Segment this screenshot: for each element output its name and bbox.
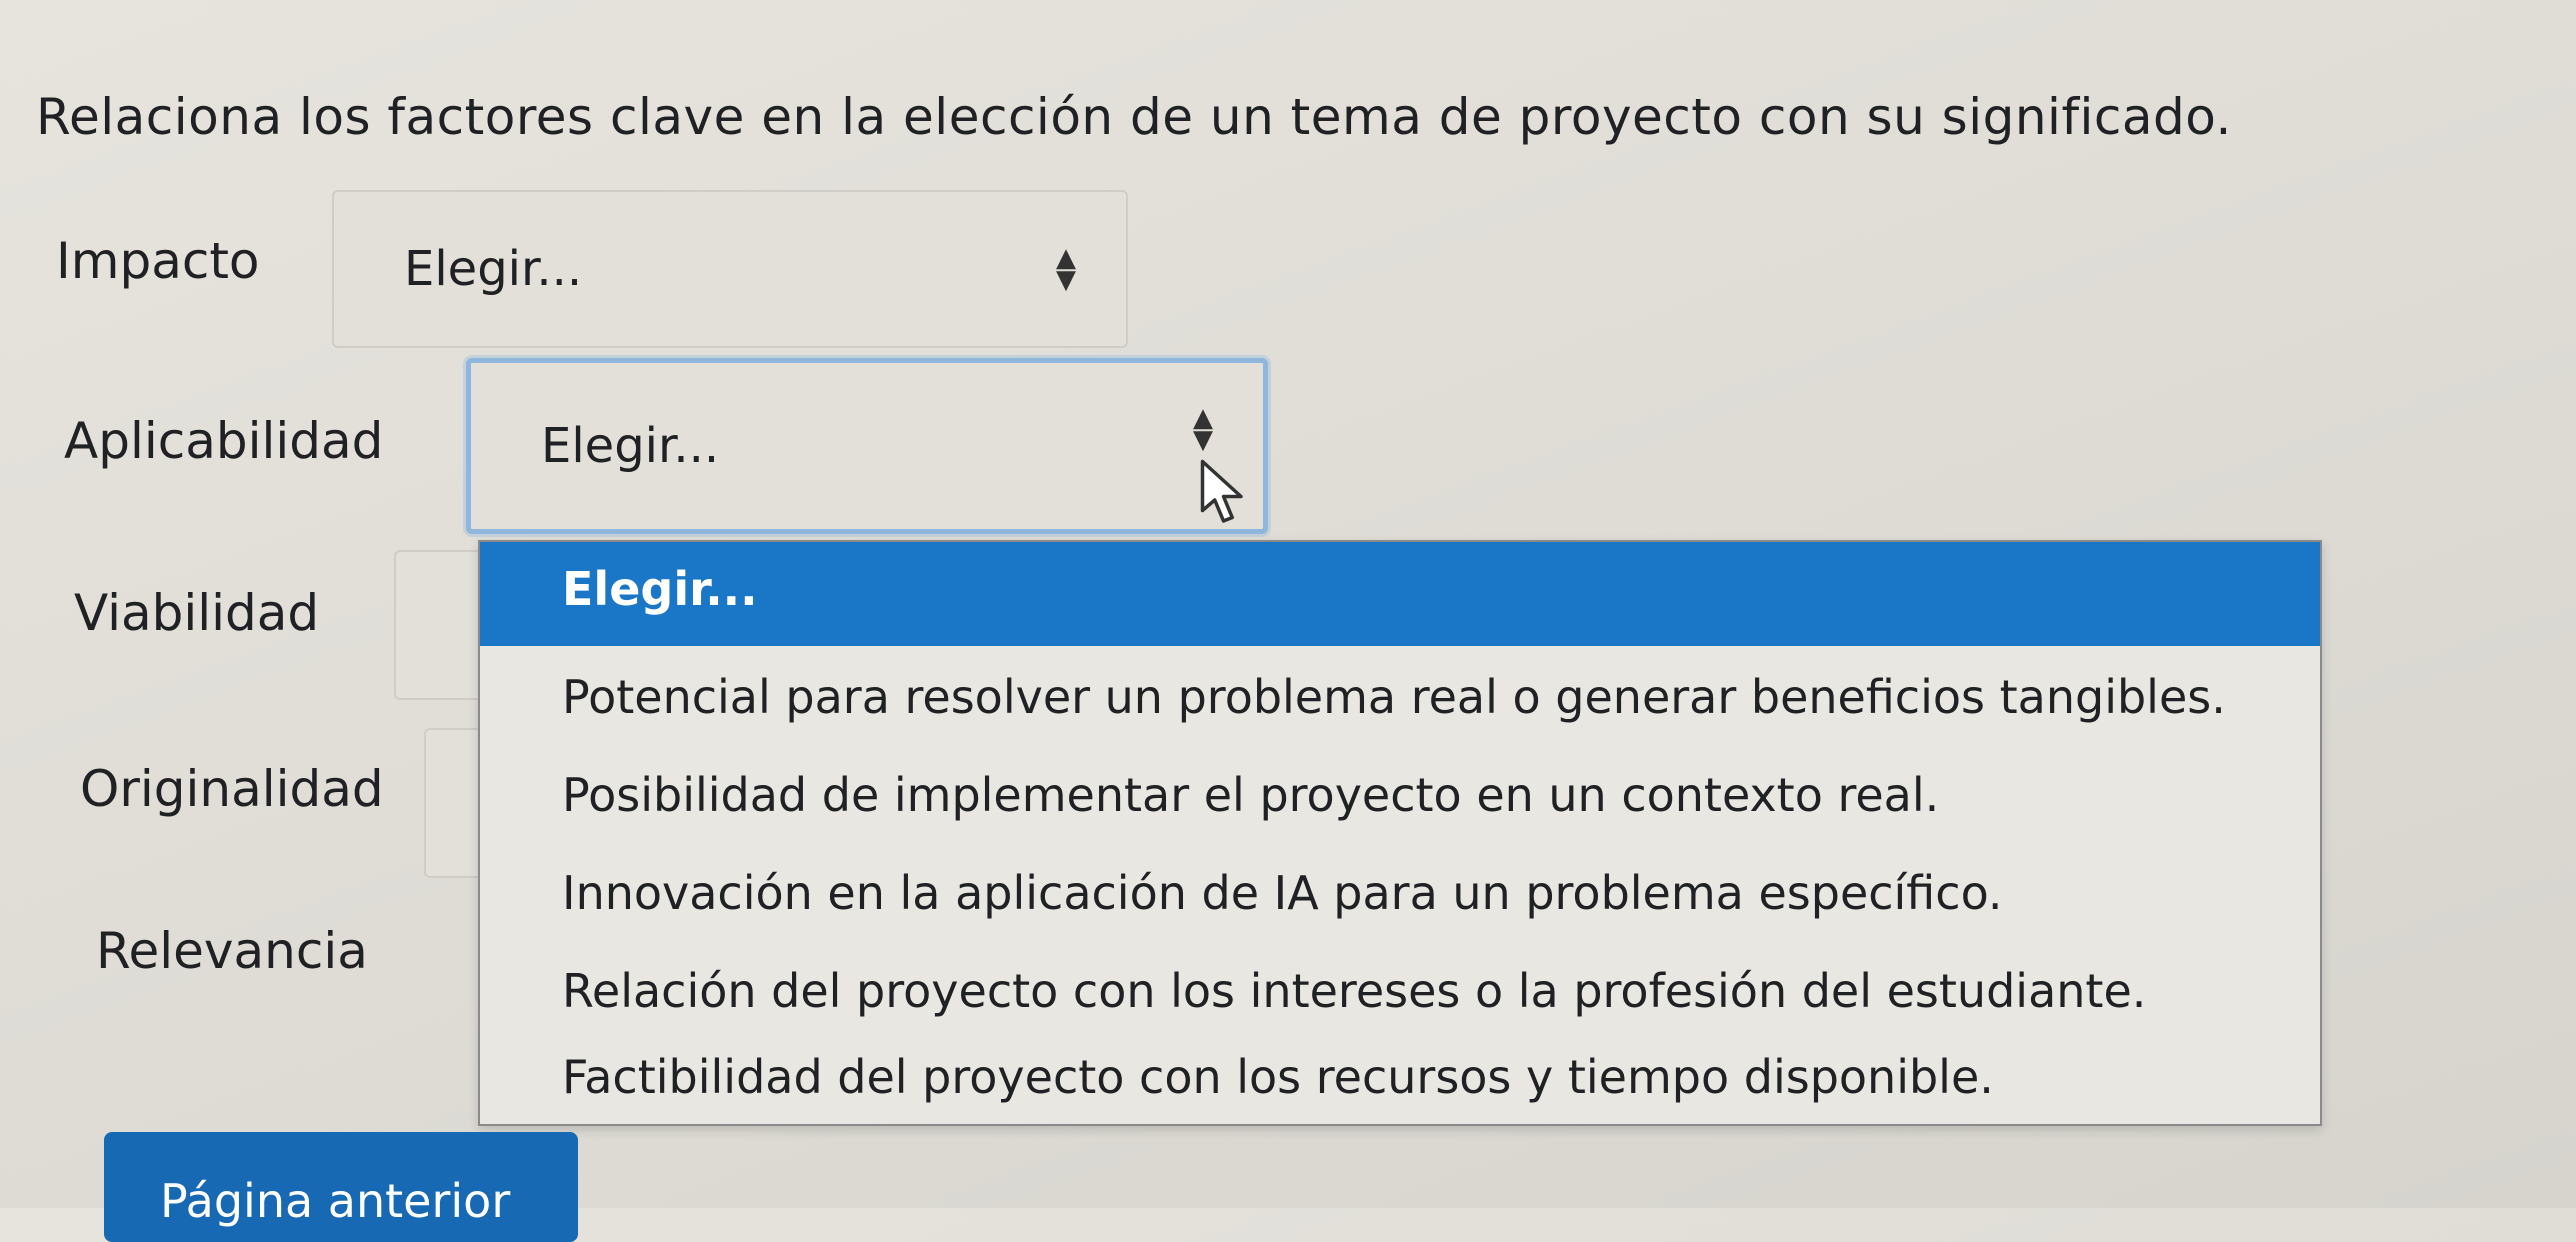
- select-aplicabilidad[interactable]: Elegir... ▲ ▼: [466, 358, 1268, 534]
- select-aplicabilidad-value: Elegir...: [541, 418, 720, 474]
- mouse-pointer-icon: [1200, 459, 1243, 523]
- dropdown-option-relevancia-meaning[interactable]: Relación del proyecto con los intereses …: [480, 954, 2320, 1048]
- label-originalidad: Originalidad: [80, 760, 384, 818]
- up-down-arrows-icon: ▲ ▼: [1193, 403, 1213, 456]
- dropdown-option-aplicabilidad-meaning[interactable]: Posibilidad de implementar el proyecto e…: [480, 758, 2320, 852]
- dropdown-option-elegir[interactable]: Elegir...: [480, 542, 2320, 646]
- dropdown-list: Elegir... Potencial para resolver un pro…: [478, 540, 2322, 1126]
- label-viabilidad: Viabilidad: [74, 584, 320, 642]
- previous-page-button[interactable]: Página anterior: [104, 1132, 578, 1242]
- dropdown-option-viabilidad-meaning[interactable]: Factibilidad del proyecto con los recurs…: [480, 1038, 2320, 1124]
- label-relevancia: Relevancia: [96, 922, 368, 980]
- dropdown-option-originalidad-meaning[interactable]: Innovación en la aplicación de IA para u…: [480, 856, 2320, 950]
- select-impacto[interactable]: Elegir... ▲ ▼: [332, 190, 1128, 348]
- up-down-arrows-icon: ▲ ▼: [1056, 243, 1076, 295]
- question-text: Relaciona los factores clave en la elecc…: [36, 88, 2232, 146]
- dropdown-option-impacto-meaning[interactable]: Potencial para resolver un problema real…: [480, 660, 2320, 754]
- select-impacto-value: Elegir...: [404, 241, 583, 297]
- label-aplicabilidad: Aplicabilidad: [64, 412, 384, 470]
- label-impacto: Impacto: [56, 232, 260, 290]
